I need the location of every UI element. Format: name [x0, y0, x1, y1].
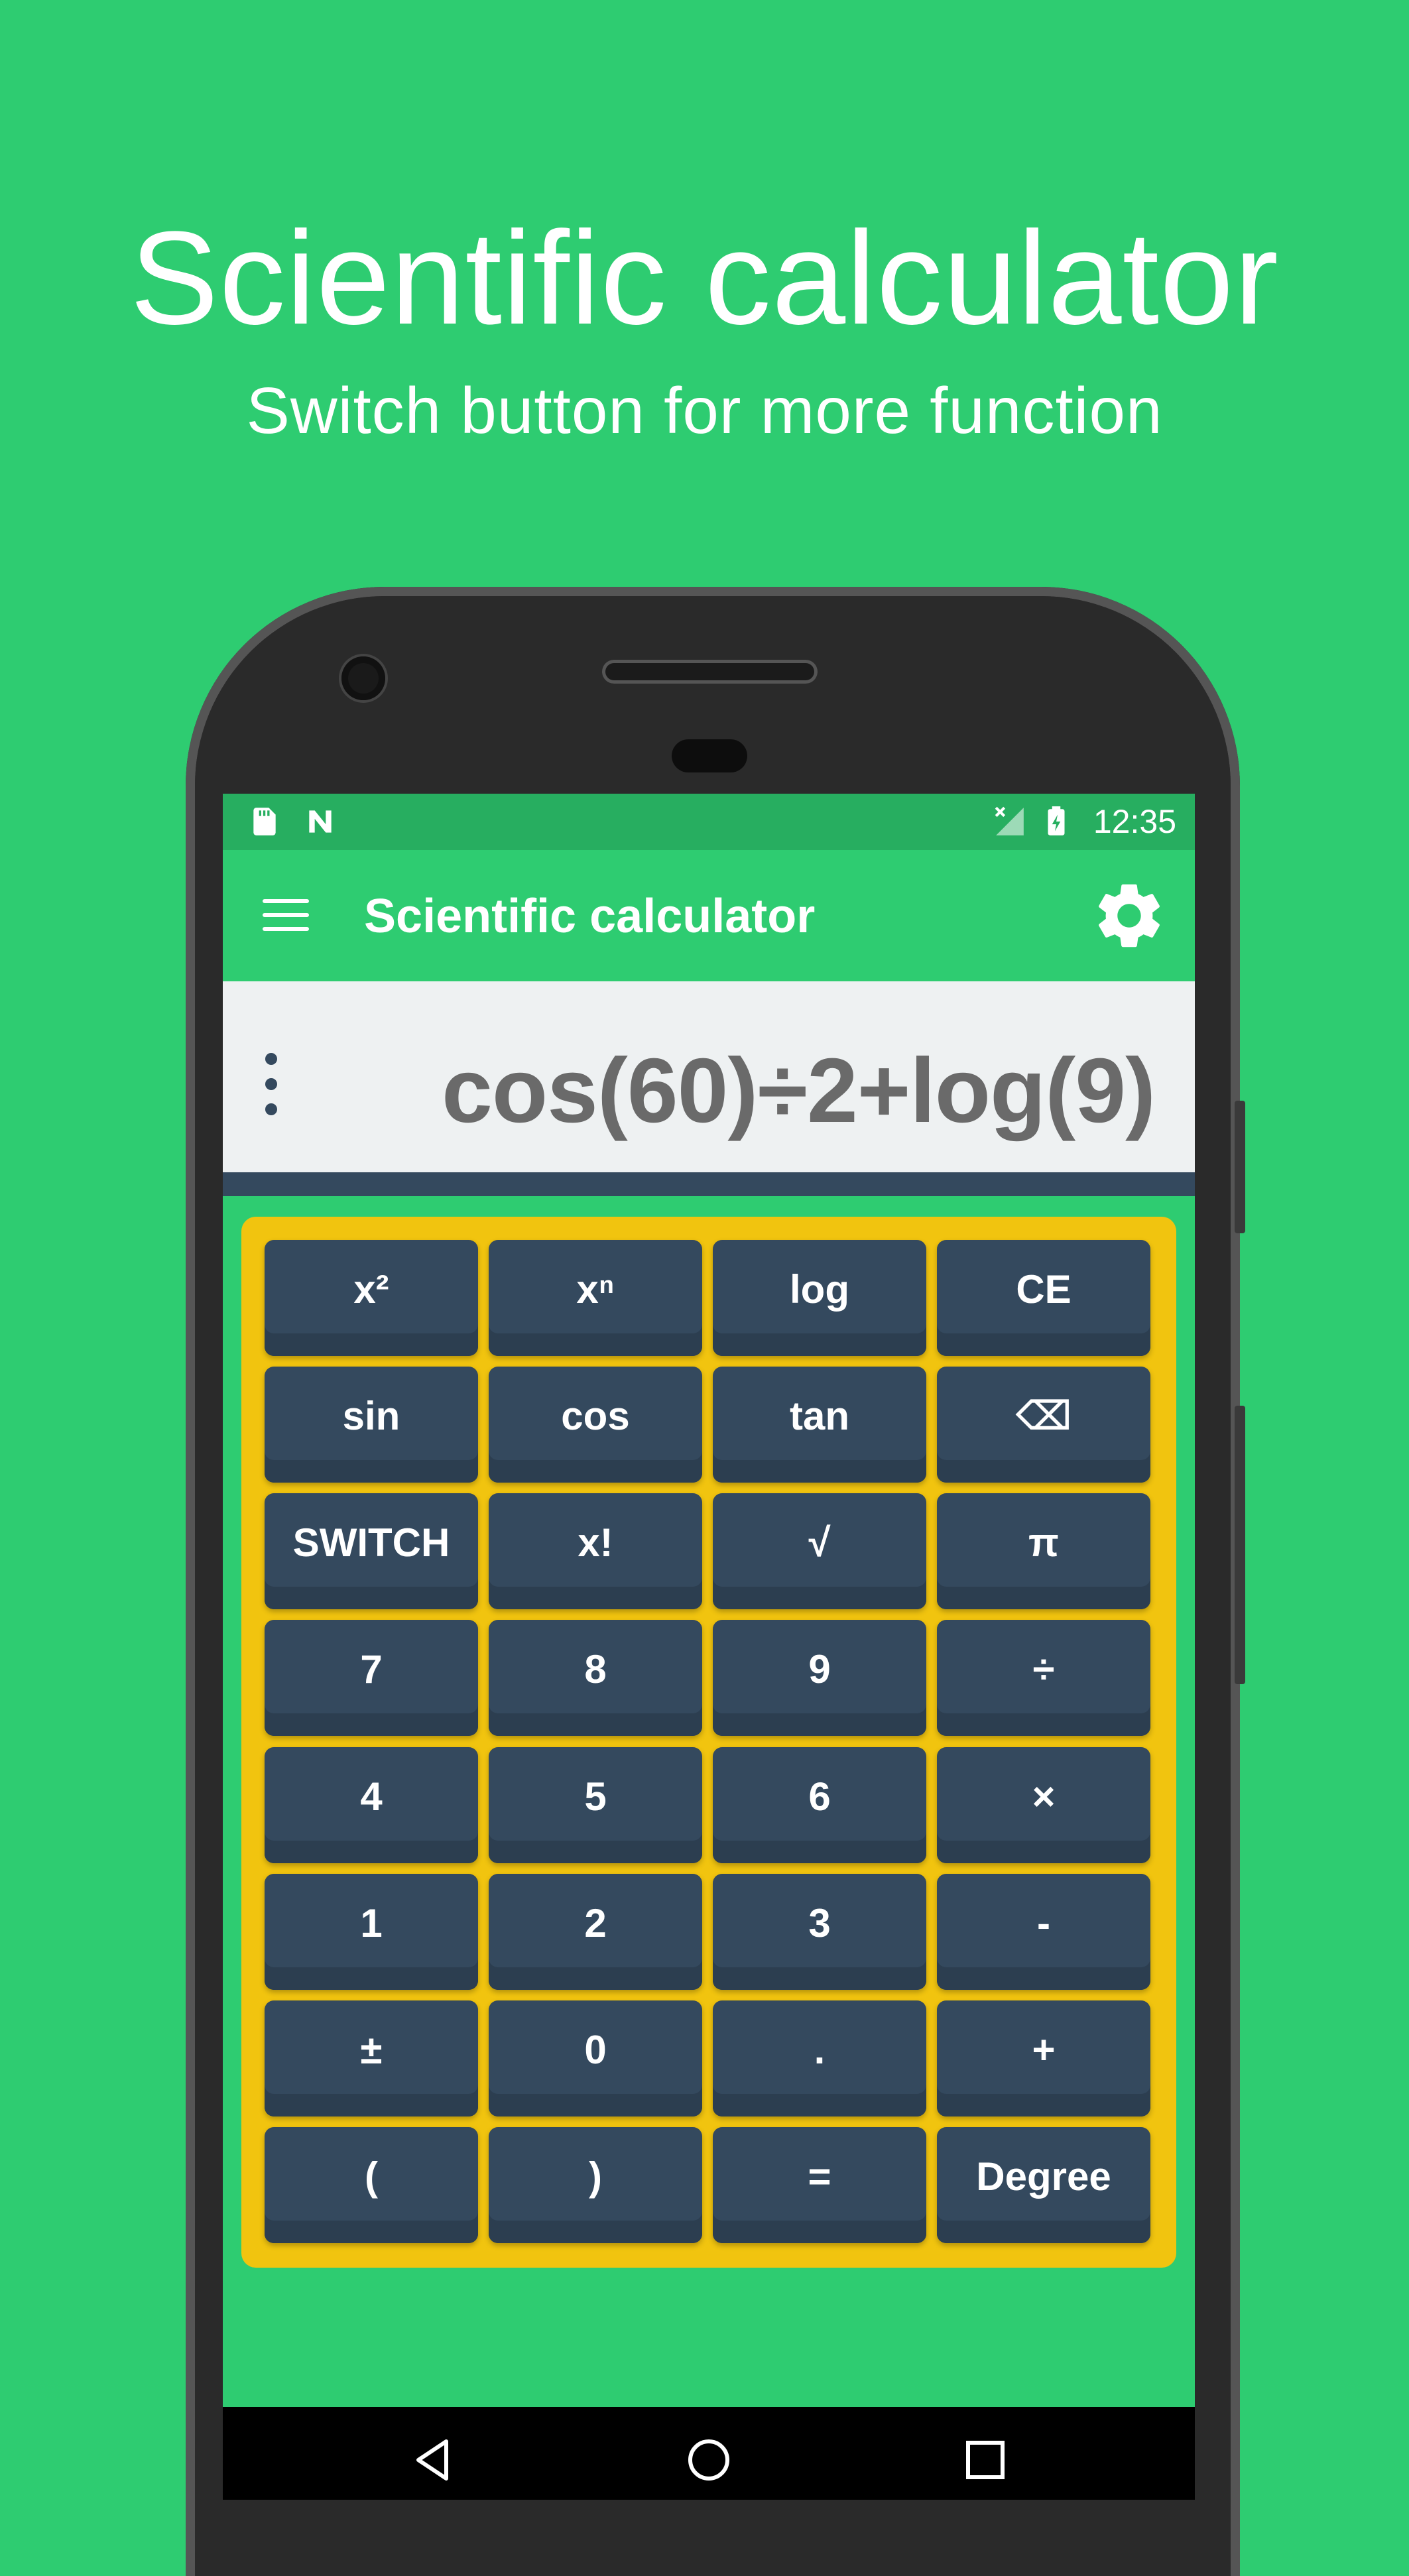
sd-card-icon	[253, 808, 276, 835]
key-factorial[interactable]: x!	[489, 1493, 702, 1609]
phone-volume-button	[1235, 1406, 1245, 1684]
key-x-squared[interactable]: x²	[265, 1240, 478, 1356]
front-camera	[341, 656, 385, 700]
app-title: Scientific calculator	[364, 890, 816, 943]
key-ce[interactable]: CE	[937, 1240, 1150, 1356]
vertical-dots-icon[interactable]	[259, 1051, 283, 1117]
key-multiply[interactable]: ×	[937, 1747, 1150, 1863]
hamburger-menu-icon[interactable]	[263, 896, 309, 934]
key-minus[interactable]: -	[937, 1874, 1150, 1990]
key-5[interactable]: 5	[489, 1747, 702, 1863]
status-bar: 12:35	[223, 794, 1195, 850]
promo-subtitle: Switch button for more function	[246, 374, 1163, 447]
promo-title: Scientific calculator	[130, 204, 1279, 352]
key-tan[interactable]: tan	[713, 1367, 926, 1483]
proximity-sensor	[672, 739, 747, 772]
phone-screen: 12:35 Scientific calculator cos(60)÷2+lo…	[223, 794, 1195, 2500]
app-bar: Scientific calculator	[223, 850, 1195, 981]
recents-icon[interactable]	[959, 2433, 1012, 2486]
keypad: x² xⁿ log CE sin cos tan ⌫ SWITCH x! √ π 7 8 9 ÷ 4 5 6 × 1 2 3…	[241, 1217, 1176, 2268]
key-close-paren[interactable]: )	[489, 2127, 702, 2243]
key-sin[interactable]: sin	[265, 1367, 478, 1483]
key-switch[interactable]: SWITCH	[265, 1493, 478, 1609]
n-notification-icon	[309, 810, 332, 833]
earpiece-speaker	[602, 660, 818, 684]
key-backspace[interactable]: ⌫	[937, 1367, 1150, 1483]
key-4[interactable]: 4	[265, 1747, 478, 1863]
key-plus-minus[interactable]: ±	[265, 2000, 478, 2116]
expression-display: cos(60)÷2+log(9)	[223, 981, 1195, 1172]
home-icon[interactable]	[682, 2433, 735, 2486]
display-divider	[223, 1172, 1195, 1196]
key-pi[interactable]: π	[937, 1493, 1150, 1609]
key-decimal-point[interactable]: .	[713, 2000, 926, 2116]
key-1[interactable]: 1	[265, 1874, 478, 1990]
back-icon[interactable]	[406, 2433, 459, 2486]
status-time: 12:35	[1093, 803, 1176, 840]
key-0[interactable]: 0	[489, 2000, 702, 2116]
key-log[interactable]: log	[713, 1240, 926, 1356]
key-plus[interactable]: +	[937, 2000, 1150, 2116]
key-divide[interactable]: ÷	[937, 1620, 1150, 1736]
key-6[interactable]: 6	[713, 1747, 926, 1863]
battery-charging-icon	[1048, 806, 1065, 835]
key-2[interactable]: 2	[489, 1874, 702, 1990]
key-3[interactable]: 3	[713, 1874, 926, 1990]
key-open-paren[interactable]: (	[265, 2127, 478, 2243]
expression-text: cos(60)÷2+log(9)	[442, 1040, 1156, 1142]
key-cos[interactable]: cos	[489, 1367, 702, 1483]
key-equals[interactable]: =	[713, 2127, 926, 2243]
key-7[interactable]: 7	[265, 1620, 478, 1736]
key-8[interactable]: 8	[489, 1620, 702, 1736]
phone-power-button	[1235, 1101, 1245, 1233]
key-square-root[interactable]: √	[713, 1493, 926, 1609]
key-degree[interactable]: Degree	[937, 2127, 1150, 2243]
key-x-power-n[interactable]: xⁿ	[489, 1240, 702, 1356]
no-signal-icon	[995, 806, 1024, 835]
gear-icon[interactable]	[1090, 877, 1168, 955]
navigation-bar	[223, 2407, 1195, 2500]
key-9[interactable]: 9	[713, 1620, 926, 1736]
